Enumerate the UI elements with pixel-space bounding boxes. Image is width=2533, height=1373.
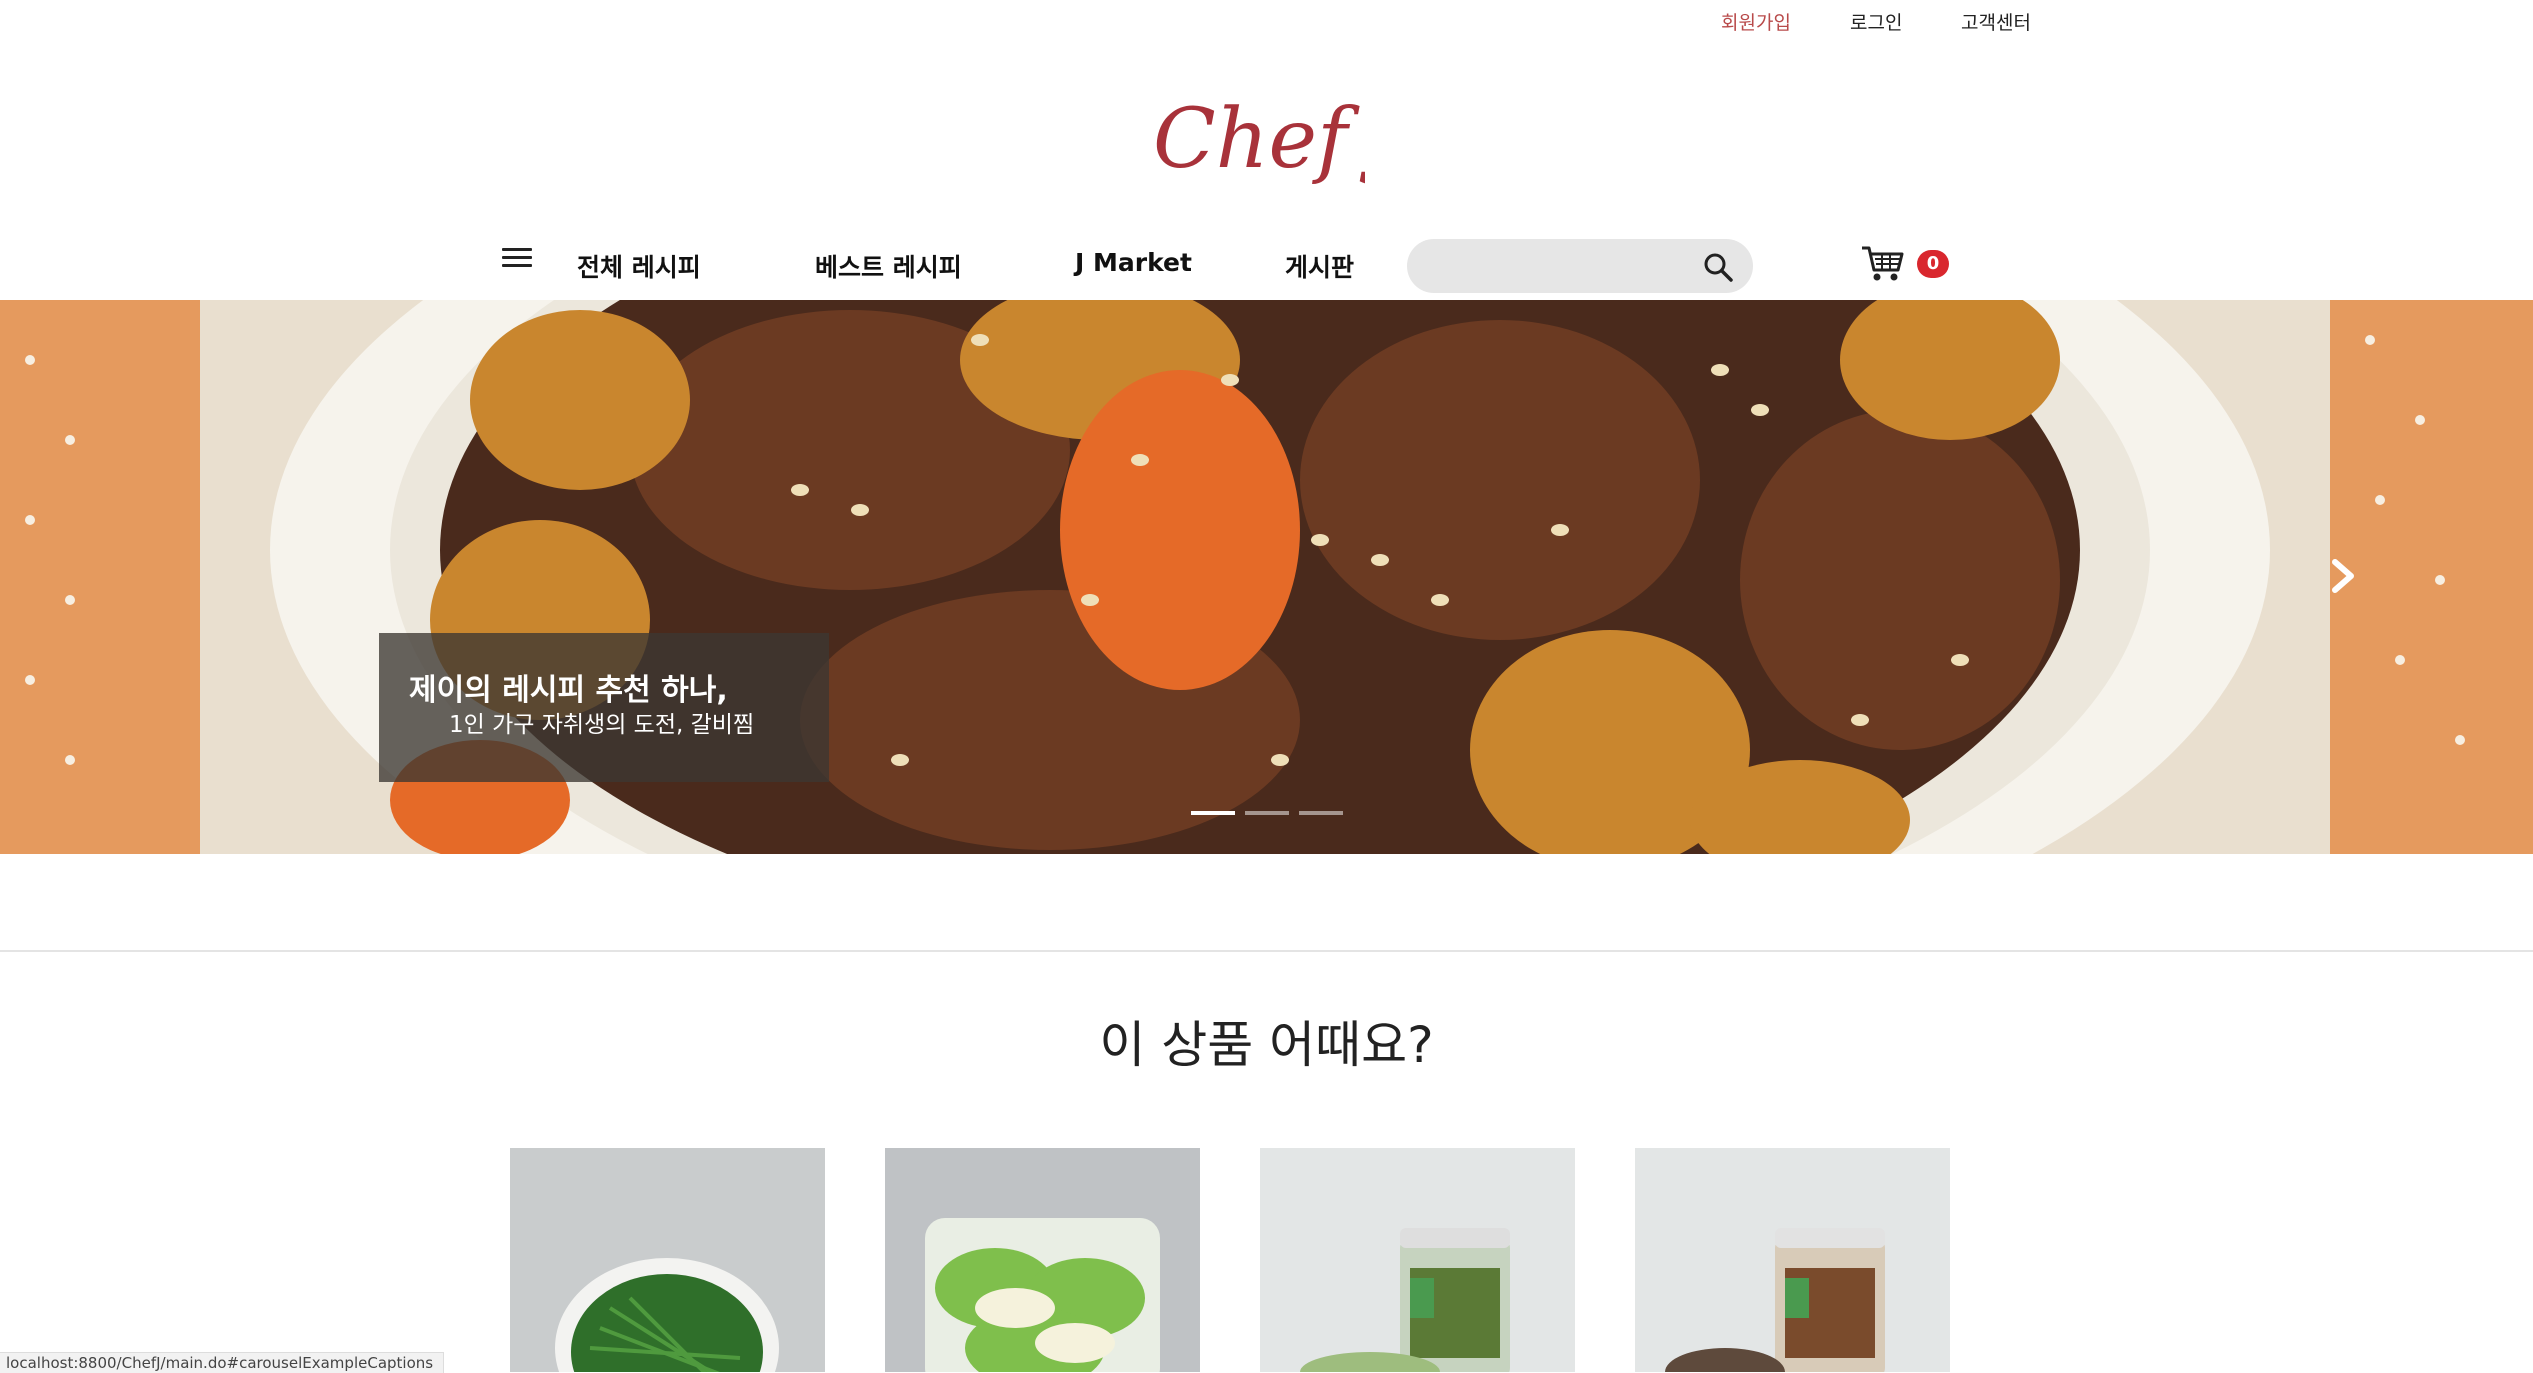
search-bar bbox=[1407, 239, 1753, 293]
carousel-indicator-2[interactable] bbox=[1245, 811, 1289, 815]
status-bar-url: localhost:8800/ChefJ/main.do#carouselExa… bbox=[0, 1352, 445, 1373]
chef-j-logo[interactable]: Chef J bbox=[1145, 72, 1365, 202]
search-icon[interactable] bbox=[1703, 252, 1733, 282]
carousel-indicator-1[interactable] bbox=[1191, 811, 1235, 815]
product-card[interactable] bbox=[1260, 1148, 1575, 1372]
chevron-right-icon[interactable] bbox=[2325, 556, 2361, 596]
carousel-caption: 제이의 레시피 추천 하나, 1인 가구 자취생의 도전, 갈비찜 bbox=[379, 633, 829, 782]
nav-j-market[interactable]: J Market bbox=[1075, 248, 1192, 277]
login-link[interactable]: 로그인 bbox=[1850, 8, 1902, 35]
section-title: 이 상품 어때요? bbox=[1099, 1016, 1434, 1074]
nav-board[interactable]: 게시판 bbox=[1285, 248, 1354, 284]
mushroom-jar-image bbox=[1635, 1148, 1950, 1372]
product-card[interactable] bbox=[510, 1148, 825, 1372]
customer-center-link[interactable]: 고객센터 bbox=[1961, 8, 2031, 35]
search-input[interactable] bbox=[1433, 247, 1697, 287]
cart-icon[interactable] bbox=[1860, 244, 1904, 284]
kimchi-image bbox=[885, 1148, 1200, 1372]
caption-subtitle: 1인 가구 자취생의 도전, 갈비찜 bbox=[449, 712, 755, 738]
caption-title: 제이의 레시피 추천 하나, bbox=[409, 673, 728, 708]
hero-carousel: 제이의 레시피 추천 하나, 1인 가구 자취생의 도전, 갈비찜 bbox=[0, 300, 2533, 854]
nav-all-recipes[interactable]: 전체 레시피 bbox=[577, 248, 701, 284]
carousel-indicator-3[interactable] bbox=[1299, 811, 1343, 815]
pickle-jar-image bbox=[1260, 1148, 1575, 1372]
signup-link[interactable]: 회원가입 bbox=[1721, 8, 1791, 35]
section-divider bbox=[0, 950, 2533, 952]
product-card[interactable] bbox=[885, 1148, 1200, 1372]
svg-text:Chef J: Chef J bbox=[1153, 92, 1365, 187]
chives-image bbox=[510, 1148, 825, 1372]
product-card[interactable] bbox=[1635, 1148, 1950, 1372]
main-nav: 전체 레시피 베스트 레시피 J Market 게시판 0 bbox=[0, 230, 2533, 300]
menu-icon[interactable] bbox=[502, 248, 532, 272]
nav-best-recipes[interactable]: 베스트 레시피 bbox=[815, 248, 962, 284]
cart-count-badge: 0 bbox=[1917, 250, 1949, 278]
